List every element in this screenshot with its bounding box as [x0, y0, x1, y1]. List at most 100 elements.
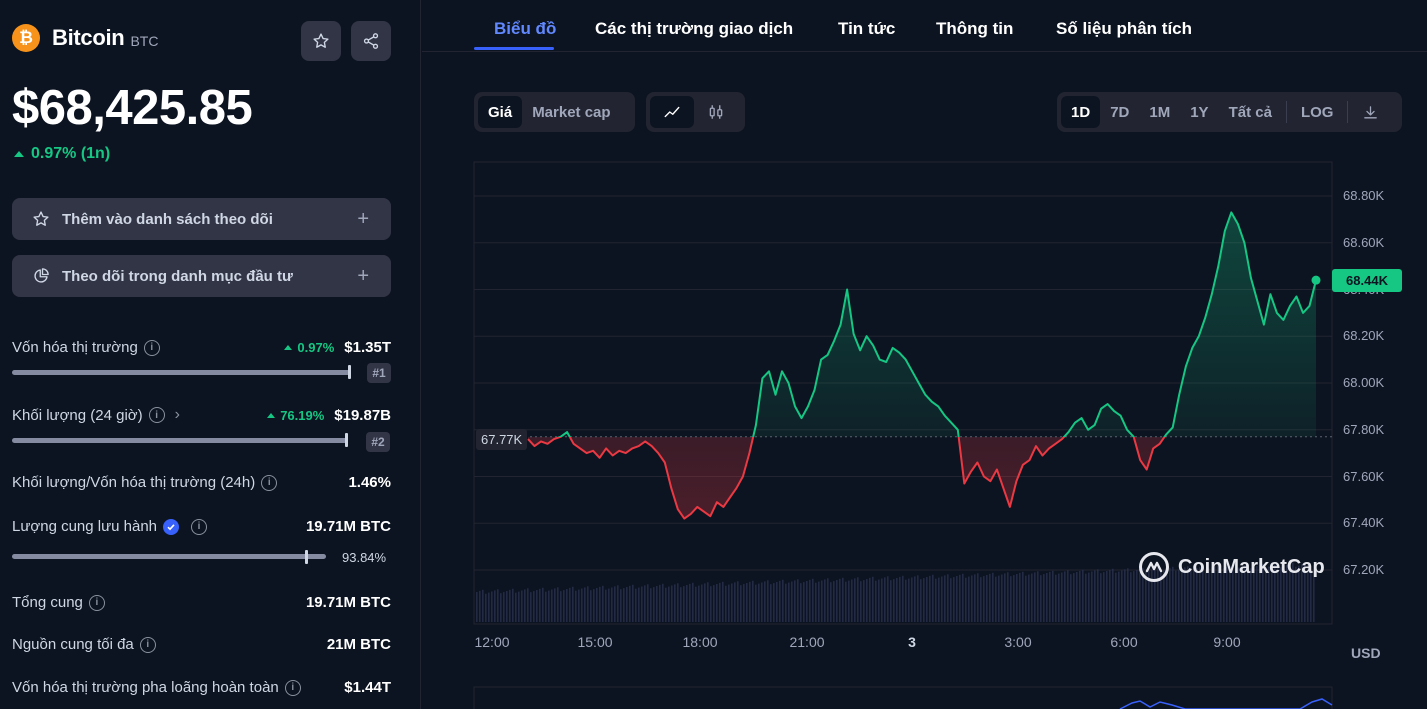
volume-bar [770, 584, 772, 622]
volume-bar [767, 580, 769, 622]
volume-bar [596, 588, 598, 622]
volume-bar [644, 585, 646, 622]
volume-bar [695, 586, 697, 622]
volume-bar [1136, 570, 1138, 622]
volume-bar [647, 584, 649, 622]
volume-bar [800, 583, 802, 622]
volume-bar [941, 576, 943, 622]
volume-bar [629, 585, 631, 622]
volume-bar [1058, 573, 1060, 622]
volume-bar [1088, 572, 1090, 622]
volume-bar [809, 579, 811, 622]
volume-bar [737, 581, 739, 622]
volume-bar [929, 575, 931, 622]
volume-bar [500, 593, 502, 622]
volume-bar [1037, 571, 1039, 622]
volume-bar [734, 582, 736, 622]
volume-bar [614, 586, 616, 622]
volume-bar [608, 588, 610, 622]
volume-bar [1130, 572, 1132, 622]
volume-bar [497, 589, 499, 622]
volume-bar [989, 573, 991, 622]
volume-bar [488, 592, 490, 622]
coinmarketcap-watermark: CoinMarketCap [1139, 552, 1325, 582]
volume-bar [518, 591, 520, 622]
volume-bar [665, 587, 667, 622]
volume-bar [1061, 572, 1063, 622]
volume-bar [626, 587, 628, 622]
volume-bar [590, 590, 592, 622]
volume-bar [512, 588, 514, 622]
volume-bar [842, 577, 844, 622]
volume-bar [815, 582, 817, 622]
navigator-frame[interactable] [473, 686, 1333, 709]
volume-bar [1028, 574, 1030, 622]
volume-bar [494, 590, 496, 622]
volume-bar [476, 592, 478, 622]
volume-bar [707, 582, 709, 622]
volume-bar [1019, 572, 1021, 622]
volume-bar [806, 581, 808, 622]
volume-bar [674, 584, 676, 622]
volume-bar [821, 580, 823, 622]
volume-bar [1091, 571, 1093, 622]
volume-bar [620, 589, 622, 622]
volume-bar [995, 576, 997, 622]
volume-bar [692, 582, 694, 622]
price-chart[interactable] [0, 0, 1427, 709]
volume-bar [965, 577, 967, 622]
volume-bar [632, 584, 634, 622]
volume-bar [881, 578, 883, 622]
volume-bar [1067, 570, 1069, 622]
volume-bar [662, 583, 664, 622]
volume-bar [578, 589, 580, 622]
volume-bar [830, 582, 832, 622]
volume-bar [1085, 573, 1087, 622]
volume-bar [671, 585, 673, 622]
volume-bar [869, 577, 871, 622]
y-tick-label: 68.00K [1343, 375, 1385, 390]
volume-bar [1127, 568, 1129, 622]
volume-bar [818, 581, 820, 622]
volume-bar [530, 592, 532, 622]
volume-bar [935, 578, 937, 622]
volume-bar [1052, 570, 1054, 622]
volume-bar [1016, 574, 1018, 622]
x-tick-label: 3:00 [1004, 634, 1032, 650]
volume-bar [668, 586, 670, 622]
volume-bar [983, 576, 985, 622]
volume-bar [914, 576, 916, 622]
volume-bar [1055, 574, 1057, 622]
volume-bar [752, 580, 754, 622]
volume-bar [515, 592, 517, 622]
volume-bar [863, 580, 865, 622]
y-tick-label: 67.60K [1343, 468, 1385, 484]
volume-bar [1040, 575, 1042, 622]
volume-bar [902, 575, 904, 622]
volume-bar [959, 574, 961, 622]
volume-bar [1103, 572, 1105, 622]
volume-bar [653, 587, 655, 622]
volume-bar [1007, 572, 1009, 622]
volume-bar [1097, 569, 1099, 622]
volume-bar [503, 592, 505, 622]
volume-bar [533, 591, 535, 622]
volume-bar [659, 584, 661, 622]
volume-bar [605, 589, 607, 622]
x-tick-label: 9:00 [1213, 634, 1241, 650]
volume-bar [893, 579, 895, 622]
volume-bar [773, 583, 775, 622]
area-fill-up [528, 212, 1316, 437]
x-tick-label: 12:00 [474, 634, 510, 650]
y-tick-label: 67.40K [1343, 515, 1385, 531]
volume-bar [788, 582, 790, 622]
volume-bar [722, 581, 724, 622]
volume-bar [617, 585, 619, 622]
volume-bar [698, 585, 700, 622]
volume-bar [572, 586, 574, 622]
volume-bar [1070, 574, 1072, 622]
volume-bar [581, 588, 583, 622]
x-tick-label: 6:00 [1110, 634, 1138, 650]
x-tick-label: 3 [908, 634, 916, 650]
volume-bar [1073, 573, 1075, 622]
